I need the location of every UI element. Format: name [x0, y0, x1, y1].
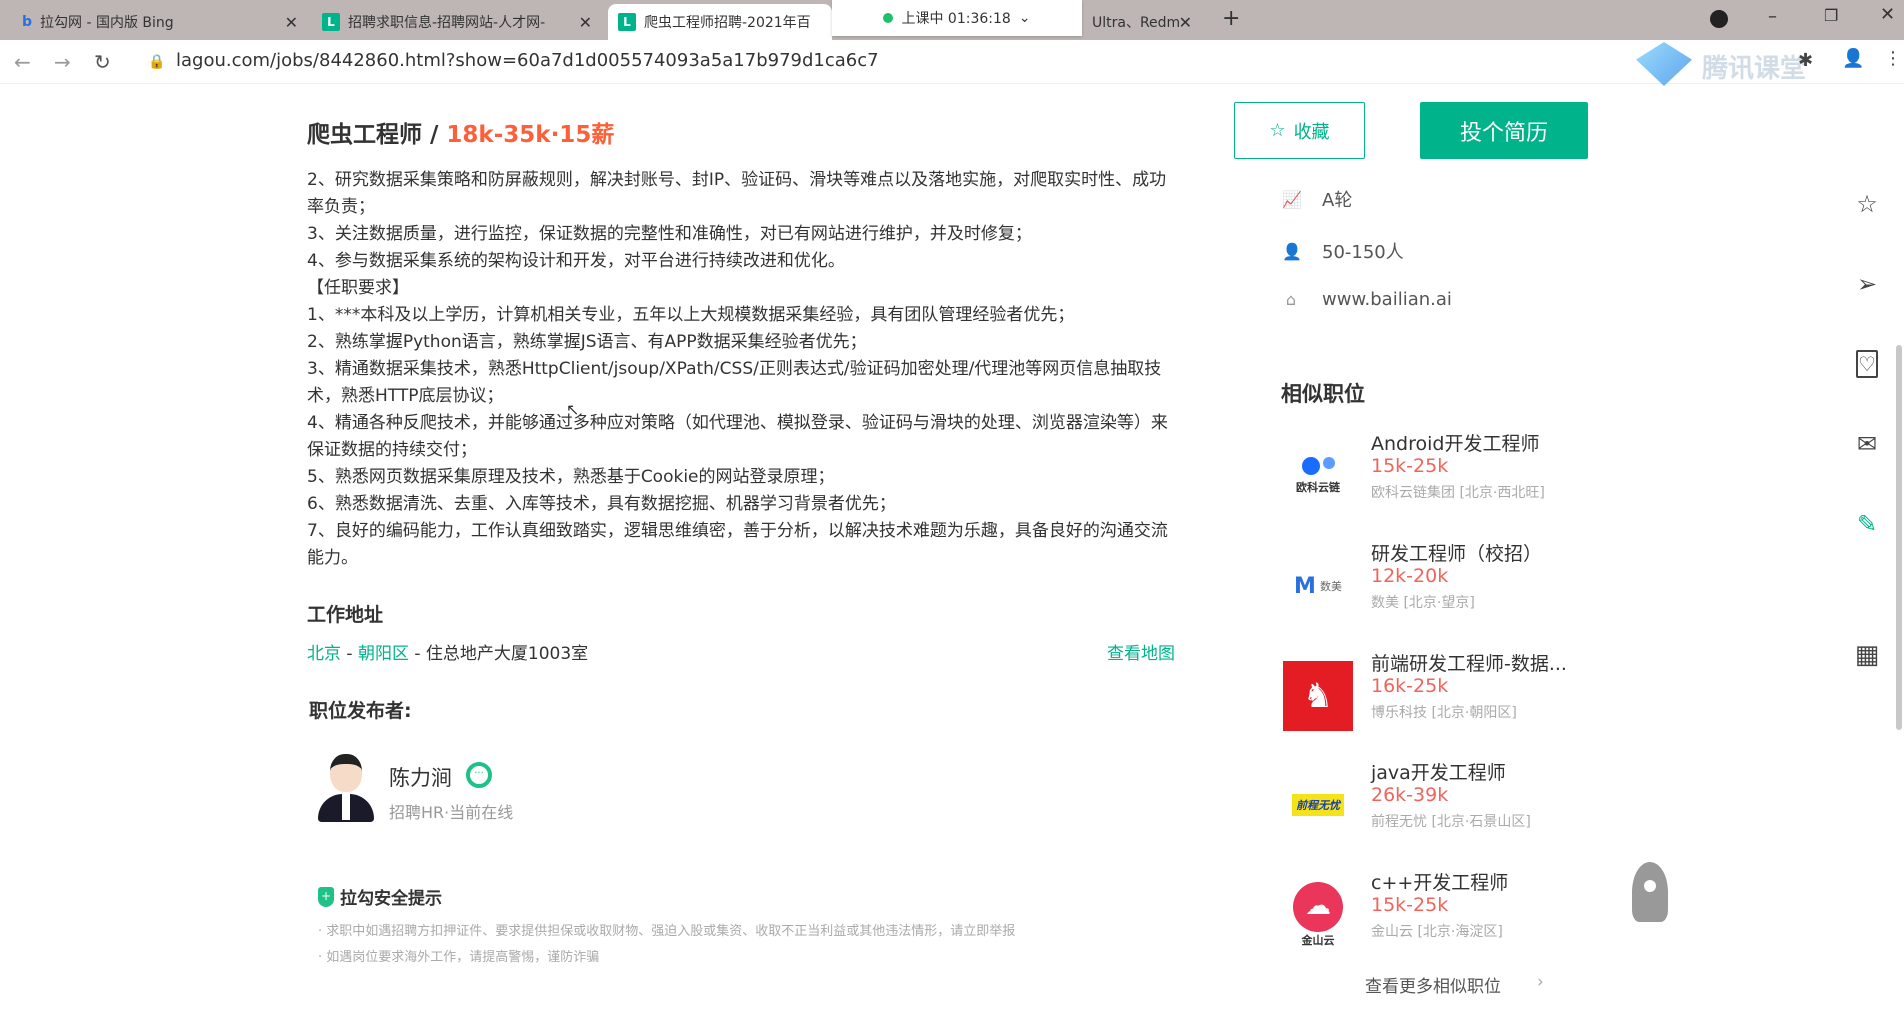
- close-tab-icon[interactable]: ✕: [579, 13, 592, 32]
- desc-line: 7、良好的编码能力，工作认真细致踏实，逻辑思维缜密，善于分析，以解决技术难题为乐…: [307, 521, 1168, 568]
- desc-line: 3、关注数据质量，进行监控，保证数据的完整性和准确性，对已有网站进行维护，并及时…: [307, 224, 1032, 244]
- tab-job-active[interactable]: L 爬虫工程师招聘-2021年百: [608, 4, 832, 40]
- home-icon: ⌂: [1285, 290, 1297, 309]
- chevron-down-icon: ⌄: [1018, 10, 1031, 26]
- new-tab-button[interactable]: +: [1222, 6, 1240, 31]
- address-line: 北京 - 朝阳区 - 住总地产大厦1003室: [307, 644, 589, 664]
- company-size: 👤 50-150人: [1282, 241, 1404, 264]
- desc-line: 【任职要求】: [307, 278, 409, 298]
- back-to-top-rocket-icon[interactable]: [1632, 862, 1668, 922]
- tab-bing[interactable]: b 拉勾网 - 国内版 Bing ✕: [12, 4, 308, 40]
- tab-label: 招聘求职信息-招聘网站-人才网-: [348, 15, 546, 31]
- desc-line: 5、熟悉网页数据采集原理及技术，熟悉基于Cookie的网站登录原理；: [307, 467, 835, 487]
- city-link[interactable]: 北京: [307, 644, 341, 664]
- shield-icon: +: [318, 886, 334, 907]
- apply-button[interactable]: 投个简历: [1420, 102, 1588, 159]
- menu-icon[interactable]: ⋮: [1884, 48, 1902, 69]
- lock-icon: 🔒: [148, 54, 166, 70]
- desc-line: 3、精通数据采集技术，熟悉HttpClient/jsoup/XPath/CSS/…: [307, 359, 1162, 406]
- star-icon: ☆: [1269, 120, 1286, 141]
- desc-line: 4、参与数据采集系统的架构设计和开发，对平台进行持续改进和优化。: [307, 251, 845, 271]
- url-input[interactable]: lagou.com/jobs/8442860.html?show=60a7d1d…: [176, 50, 879, 71]
- company-website: ⌂ www.bailian.ai: [1282, 289, 1452, 310]
- tab-label: 拉勾网 - 国内版 Bing: [40, 15, 174, 31]
- bookmark-heart-icon[interactable]: ♡: [1856, 350, 1878, 378]
- live-timer: 上课中 01:36:18: [901, 11, 1011, 27]
- account-icon[interactable]: 👤: [1842, 48, 1864, 69]
- scrollbar[interactable]: [1896, 345, 1902, 730]
- district-link[interactable]: 朝阳区: [358, 644, 409, 664]
- similar-jobs-heading: 相似职位: [1281, 382, 1365, 406]
- forward-icon[interactable]: →: [54, 50, 71, 74]
- company-logo: 前程无忧: [1283, 770, 1353, 840]
- publisher-role: 招聘HR·当前在线: [389, 803, 514, 822]
- company-logo: ♞: [1283, 661, 1353, 731]
- desc-cut-line: [307, 155, 1179, 167]
- address-heading: 工作地址: [307, 604, 384, 626]
- close-tab-icon[interactable]: ✕: [285, 13, 298, 32]
- similar-job-item[interactable]: 前程无忧 java开发工程师 26k-39k 前程无忧 [北京·石景山区]: [1283, 762, 1613, 852]
- similar-job-item[interactable]: ☁ 金山云 c++开发工程师 15k-25k 金山云 [北京·海淀区]: [1283, 872, 1613, 962]
- tab-label: Ultra、Redm: [1092, 15, 1181, 31]
- company-logo: ☁ 金山云: [1283, 880, 1353, 950]
- tab-other[interactable]: Ultra、Redm ✕: [1082, 4, 1202, 40]
- company-logo: M 数美: [1294, 573, 1342, 599]
- profile-dropdown-icon[interactable]: [1710, 10, 1728, 28]
- chat-icon[interactable]: ···: [466, 762, 492, 788]
- job-description: 2、研究数据采集策略和防屏蔽规则，解决封账号、封IP、验证码、滑块等难点以及落地…: [307, 155, 1179, 587]
- safety-tip-header: + 拉勾安全提示: [318, 884, 442, 909]
- tencent-classroom-logo: [1636, 42, 1692, 86]
- close-window-button[interactable]: ✕: [1880, 4, 1895, 25]
- publisher-name: 陈力涧: [389, 766, 452, 790]
- send-icon[interactable]: ➢: [1852, 270, 1882, 300]
- publisher-avatar[interactable]: [316, 752, 376, 824]
- chevron-right-icon: ›: [1537, 972, 1544, 992]
- desc-line: 1、***本科及以上学历，计算机相关专业，五年以上大规模数据采集经验，具有团队管…: [307, 305, 1075, 325]
- desc-line: 4、精通各种反爬技术，并能够通过多种应对策略（如代理池、模拟登录、验证码与滑块的…: [307, 413, 1168, 460]
- company-logo: 欧科云链: [1283, 441, 1353, 511]
- job-salary: 18k-35k·15薪: [446, 122, 615, 148]
- trend-chart-icon: 📈: [1282, 189, 1302, 209]
- job-title: 爬虫工程师 / 18k-35k·15薪: [307, 122, 615, 148]
- similar-job-item[interactable]: ♞ 前端研发工程师-数据... 16k-25k 博乐科技 [北京·朝阳区]: [1283, 653, 1613, 743]
- overlay-watermark: 腾讯课堂: [1702, 54, 1807, 84]
- lagou-icon: L: [322, 13, 340, 31]
- live-class-status[interactable]: 上课中 01:36:18 ⌄: [832, 0, 1082, 36]
- desc-line: 2、熟练掌握Python语言，熟练掌握JS语言、有APP数据采集经验者优先；: [307, 332, 867, 352]
- reload-icon[interactable]: ↻: [94, 50, 111, 74]
- tab-label: 爬虫工程师招聘-2021年百: [644, 15, 811, 31]
- tab-lagou-list[interactable]: L 招聘求职信息-招聘网站-人才网- ✕: [312, 4, 602, 40]
- desc-line: 6、熟悉数据清洗、去重、入库等技术，具有数据挖掘、机器学习背景者优先；: [307, 494, 896, 514]
- person-icon: 👤: [1282, 241, 1302, 261]
- edit-icon[interactable]: ✎: [1852, 510, 1882, 540]
- collect-button[interactable]: ☆ 收藏: [1234, 102, 1365, 159]
- similar-job-item[interactable]: 欧科云链 Android开发工程师 15k-25k 欧科云链集团 [北京·西北旺]: [1283, 433, 1613, 523]
- address-bar: ← → ↻ 🔒 lagou.com/jobs/8442860.html?show…: [0, 40, 1904, 86]
- qr-code-icon[interactable]: ▦: [1852, 640, 1882, 670]
- lagou-icon: L: [618, 13, 636, 31]
- bing-icon: b: [22, 14, 33, 30]
- restore-button[interactable]: ❐: [1824, 6, 1838, 25]
- mouse-cursor-icon: ↖: [566, 400, 580, 419]
- similar-job-item[interactable]: M 数美 研发工程师（校招） 12k-20k 数美 [北京·望京]: [1283, 543, 1613, 633]
- live-dot-icon: [883, 13, 894, 23]
- minimize-button[interactable]: –: [1768, 6, 1777, 27]
- publisher-heading: 职位发布者:: [309, 700, 412, 722]
- close-tab-icon[interactable]: ✕: [1179, 13, 1192, 32]
- company-stage: 📈 A轮: [1282, 189, 1353, 212]
- view-map-link[interactable]: 查看地图: [1107, 639, 1175, 664]
- back-icon[interactable]: ←: [14, 50, 31, 74]
- safety-tip: · 如遇岗位要求海外工作，请提高警惕，谨防诈骗: [318, 950, 600, 965]
- desc-line: 2、研究数据采集策略和防屏蔽规则，解决封账号、封IP、验证码、滑块等难点以及落地…: [307, 170, 1167, 217]
- safety-tip: · 求职中如遇招聘方扣押证件、要求提供担保或收取财物、强迫入股或集资、收取不正当…: [318, 924, 1016, 939]
- more-similar-link[interactable]: 查看更多相似职位 ›: [1365, 972, 1544, 997]
- mail-icon[interactable]: ✉: [1852, 430, 1882, 460]
- extensions-icon[interactable]: ✱: [1798, 50, 1813, 71]
- star-icon[interactable]: ☆: [1852, 190, 1882, 220]
